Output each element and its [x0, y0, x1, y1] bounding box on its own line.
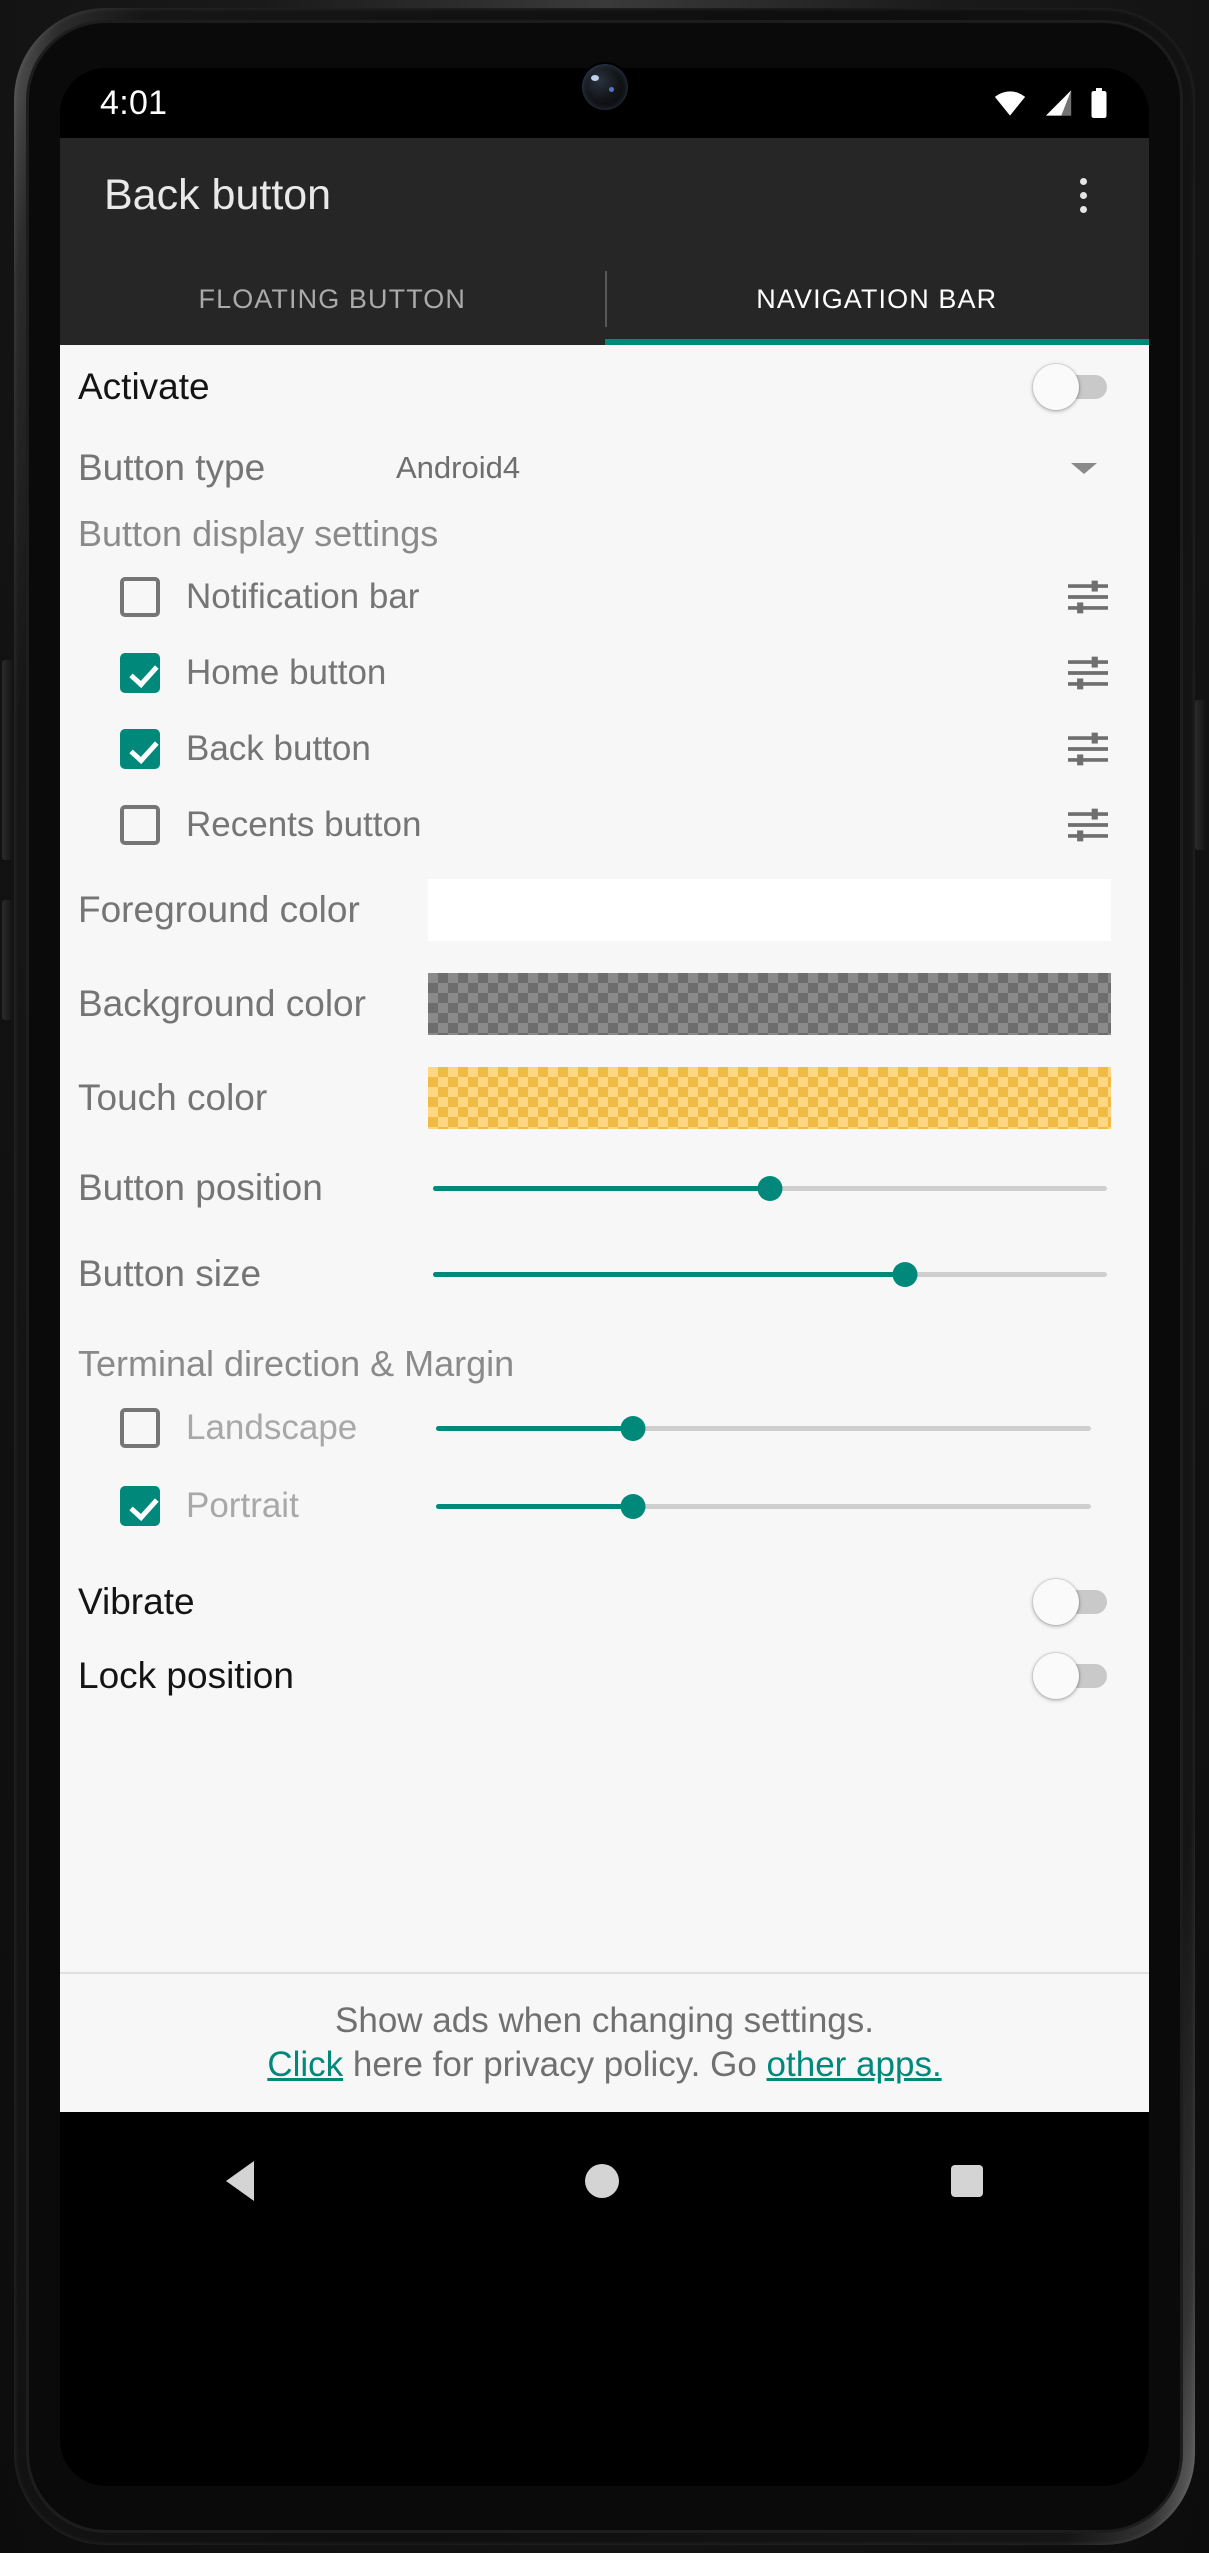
tab-floating-button[interactable]: FLOATING BUTTON	[60, 253, 605, 345]
row-lock-position: Lock position	[60, 1639, 1149, 1713]
ad-banner: Show ads when changing settings. Click h…	[60, 1972, 1149, 2112]
tune-icon[interactable]	[1065, 653, 1111, 693]
checkbox-label: Notification bar	[186, 577, 420, 616]
slider-thumb[interactable]	[620, 1416, 645, 1441]
toggle-knob	[1033, 364, 1079, 410]
tab-bar: FLOATING BUTTON NAVIGATION BAR	[60, 253, 1149, 345]
android-nav-bar	[60, 2112, 1149, 2250]
tune-icon[interactable]	[1065, 805, 1111, 845]
portrait-margin-slider[interactable]	[436, 1483, 1091, 1529]
ad-mid-text: here for privacy policy. Go	[343, 2045, 767, 2084]
status-time: 4:01	[100, 83, 168, 122]
tune-icon[interactable]	[1065, 729, 1111, 769]
chevron-down-icon[interactable]	[1071, 462, 1097, 474]
row-activate: Activate	[60, 345, 1149, 429]
recents-nav-icon[interactable]	[951, 2165, 984, 2197]
landscape-label: Landscape	[186, 1408, 358, 1447]
slider-fill	[433, 1186, 770, 1191]
portrait-label: Portrait	[186, 1486, 299, 1525]
side-button-right[interactable]	[1195, 700, 1207, 850]
other-apps-link[interactable]: other apps.	[767, 2045, 942, 2084]
page-title: Back button	[104, 171, 332, 219]
ad-text-line1: Show ads when changing settings.	[335, 2001, 874, 2040]
button-type-value: Android4	[396, 450, 521, 485]
button-position-label: Button position	[78, 1167, 323, 1208]
checkbox-notification-bar[interactable]	[120, 577, 160, 617]
tab-divider	[604, 271, 607, 327]
terminal-direction-header: Terminal direction & Margin	[78, 1343, 515, 1384]
row-touch-color: Touch color	[60, 1051, 1149, 1145]
button-size-label: Button size	[78, 1253, 262, 1294]
volume-button[interactable]	[2, 660, 14, 860]
home-nav-icon[interactable]	[585, 2164, 620, 2198]
tune-icon[interactable]	[1065, 577, 1111, 617]
row-landscape: Landscape	[60, 1389, 1149, 1467]
lock-position-label: Lock position	[78, 1655, 294, 1696]
device-frame: 4:01 Back button FLOATING BUTTON NAVIGAT…	[0, 0, 1209, 2553]
slider-fill	[436, 1504, 633, 1509]
background-color-label: Background color	[78, 983, 366, 1024]
settings-content: Activate Button type Android4 Button dis…	[60, 345, 1149, 1972]
front-camera-icon	[581, 64, 628, 110]
checkbox-landscape[interactable]	[120, 1408, 160, 1448]
slider-fill	[433, 1272, 905, 1277]
checkbox-label: Home button	[186, 653, 387, 692]
checkbox-home-button[interactable]	[120, 653, 160, 693]
display-settings-header: Button display settings	[78, 513, 439, 554]
checkbox-portrait[interactable]	[120, 1486, 160, 1526]
ad-text-line2: Click here for privacy policy. Go other …	[267, 2045, 941, 2085]
phone-screen: 4:01 Back button FLOATING BUTTON NAVIGAT…	[60, 68, 1149, 2486]
row-vibrate: Vibrate	[60, 1565, 1149, 1639]
slider-thumb[interactable]	[757, 1176, 783, 1201]
slider-fill	[436, 1426, 633, 1431]
status-icons	[992, 88, 1109, 118]
row-button-size: Button size	[60, 1231, 1149, 1317]
battery-icon	[1091, 88, 1107, 118]
foreground-color-label: Foreground color	[78, 889, 360, 930]
tab-navigation-bar[interactable]: NAVIGATION BAR	[605, 253, 1150, 345]
row-notification-bar: Notification bar	[60, 559, 1149, 635]
row-portrait: Portrait	[60, 1467, 1149, 1545]
back-nav-icon[interactable]	[225, 2161, 254, 2201]
foreground-color-swatch[interactable]	[428, 879, 1111, 941]
slider-thumb[interactable]	[620, 1494, 645, 1519]
power-button[interactable]	[2, 900, 14, 1020]
row-background-color: Background color	[60, 957, 1149, 1051]
toggle-knob	[1033, 1579, 1079, 1625]
vibrate-label: Vibrate	[78, 1581, 195, 1622]
landscape-margin-slider[interactable]	[436, 1405, 1091, 1451]
background-color-swatch[interactable]	[428, 973, 1111, 1035]
row-button-position: Button position	[60, 1145, 1149, 1231]
app-bar: Back button	[60, 138, 1149, 253]
lock-position-toggle[interactable]	[1033, 1653, 1111, 1699]
checkbox-label: Back button	[186, 729, 371, 768]
row-foreground-color: Foreground color	[60, 863, 1149, 957]
row-recents-button: Recents button	[60, 787, 1149, 863]
more-vert-icon[interactable]	[1055, 164, 1111, 228]
wifi-icon	[994, 91, 1026, 116]
toggle-knob	[1033, 1653, 1079, 1699]
row-back-button: Back button	[60, 711, 1149, 787]
button-position-slider[interactable]	[433, 1165, 1107, 1211]
checkbox-label: Recents button	[186, 805, 422, 844]
row-button-type[interactable]: Button type Android4	[60, 429, 1149, 507]
button-type-label: Button type	[78, 447, 266, 488]
row-home-button: Home button	[60, 635, 1149, 711]
button-size-slider[interactable]	[433, 1251, 1107, 1297]
privacy-policy-link[interactable]: Click	[267, 2045, 343, 2084]
activate-label: Activate	[78, 366, 210, 407]
slider-thumb[interactable]	[892, 1262, 918, 1287]
vibrate-toggle[interactable]	[1033, 1579, 1111, 1625]
checkbox-back-button[interactable]	[120, 729, 160, 769]
touch-color-swatch[interactable]	[428, 1067, 1111, 1129]
signal-icon	[1045, 90, 1072, 116]
activate-toggle[interactable]	[1033, 364, 1111, 410]
checkbox-recents-button[interactable]	[120, 805, 160, 845]
touch-color-label: Touch color	[78, 1077, 268, 1118]
